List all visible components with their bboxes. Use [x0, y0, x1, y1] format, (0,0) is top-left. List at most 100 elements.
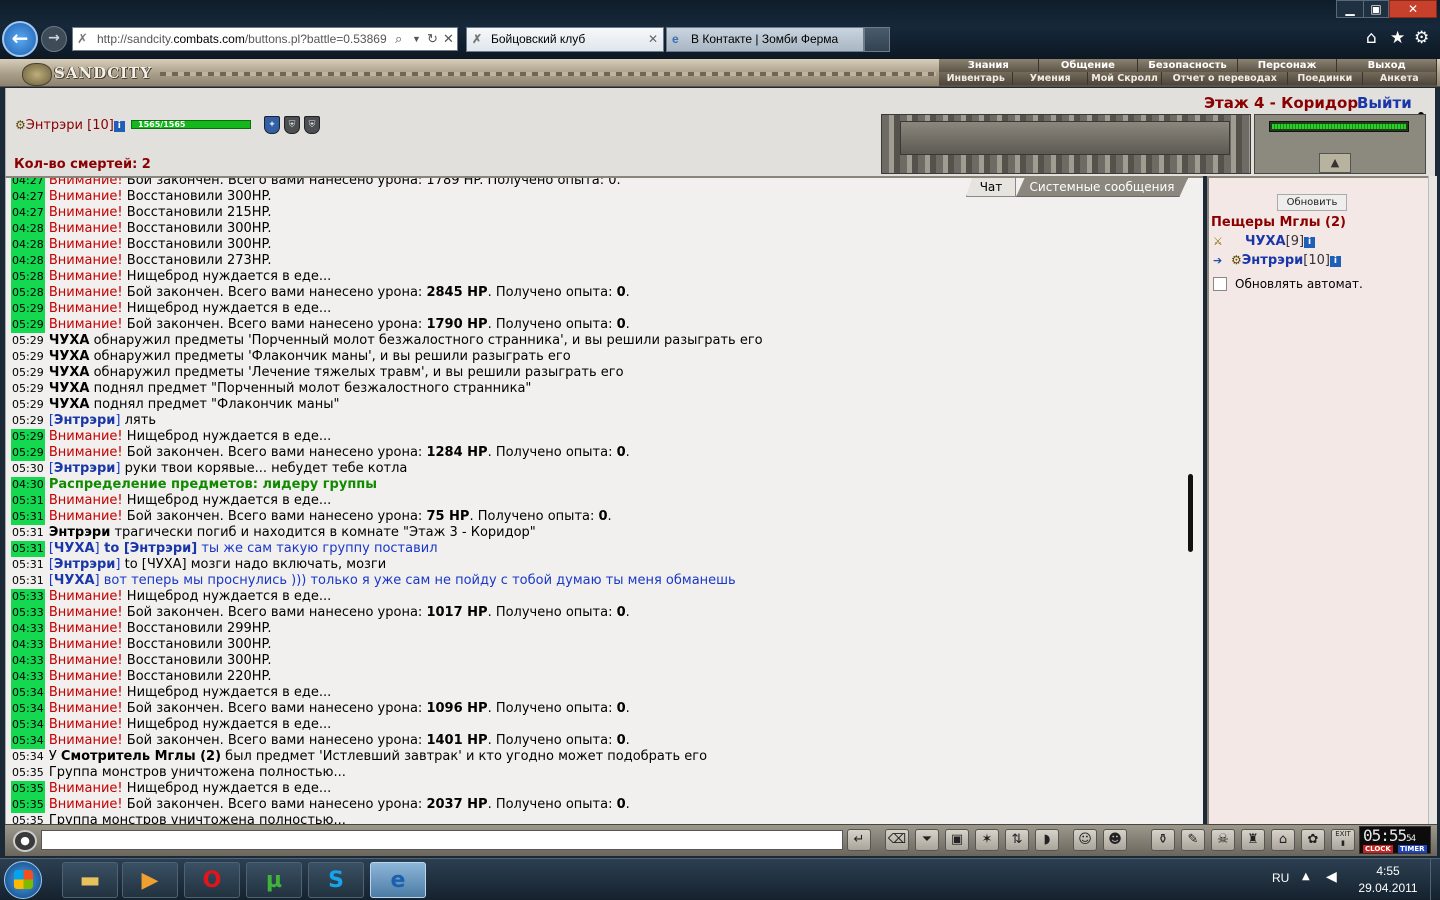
skull-icon[interactable]: ☠: [1211, 829, 1235, 851]
search-icon[interactable]: ⌕: [395, 28, 402, 50]
castle-icon[interactable]: ⌂: [1271, 829, 1295, 851]
message-time[interactable]: 04:27: [11, 178, 45, 189]
message-time[interactable]: 05:29: [11, 445, 45, 461]
eraser-icon[interactable]: ⌫: [885, 829, 909, 851]
gear-icon[interactable]: ⚙: [1414, 28, 1429, 48]
media-player-icon[interactable]: ▶: [122, 862, 178, 898]
menu-inventory[interactable]: Инвентарь: [939, 72, 1014, 85]
message-time[interactable]: 05:29: [11, 381, 45, 397]
message-time[interactable]: 04:27: [11, 189, 45, 205]
message-time[interactable]: 05:29: [11, 301, 45, 317]
start-button[interactable]: [4, 861, 42, 899]
message-time[interactable]: 05:34: [11, 717, 45, 733]
move-forward-button[interactable]: ▲: [1319, 153, 1351, 173]
message-time[interactable]: 05:29: [11, 413, 45, 429]
message-time[interactable]: 05:29: [11, 333, 45, 349]
message-time[interactable]: 04:33: [11, 653, 45, 669]
mask-icon[interactable]: ♜: [1241, 829, 1265, 851]
message-time[interactable]: 05:34: [11, 701, 45, 717]
shield-badge-icon[interactable]: ⛨: [304, 116, 320, 134]
timer-label[interactable]: TIMER: [1398, 845, 1427, 853]
tab-vk[interactable]: e В Контакте | Зомби Ферма: [666, 27, 864, 52]
explorer-icon[interactable]: ▬: [62, 862, 118, 898]
address-bar[interactable]: ✗ http://sandcity.combats.com/buttons.pl…: [72, 27, 458, 51]
flower-icon[interactable]: ✿: [1301, 829, 1325, 851]
chat-bubble-icon[interactable]: ●: [13, 830, 37, 852]
address-url[interactable]: http://sandcity.combats.com/buttons.pl?b…: [97, 28, 397, 50]
menu-skills[interactable]: Умения: [1013, 72, 1088, 85]
menu-character[interactable]: Персонаж: [1237, 59, 1338, 72]
menu-profile[interactable]: Анкета: [1362, 72, 1438, 85]
show-desktop-button[interactable]: [1430, 859, 1440, 900]
sort-icon[interactable]: ⇅: [1005, 829, 1029, 851]
clock-label[interactable]: CLOCK: [1363, 845, 1393, 853]
minimize-button[interactable]: ▁: [1336, 0, 1364, 18]
chat-scrollbar-thumb[interactable]: [1188, 474, 1193, 552]
smile-icon[interactable]: ☺: [1073, 829, 1097, 851]
utorrent-icon[interactable]: µ: [246, 862, 302, 898]
sender-name[interactable]: Энтрэри: [54, 557, 115, 572]
message-time[interactable]: 05:35: [11, 765, 45, 781]
message-time[interactable]: 05:29: [11, 365, 45, 381]
player-name[interactable]: Энтрэри: [1242, 253, 1303, 268]
refresh-icon[interactable]: ↻: [427, 28, 438, 50]
info-icon[interactable]: i: [1304, 237, 1316, 248]
menu-knowledge[interactable]: Знания: [939, 59, 1039, 72]
tray-expand-icon[interactable]: ▲: [1302, 871, 1310, 882]
message-time[interactable]: 05:33: [11, 589, 45, 605]
message-time[interactable]: 04:33: [11, 669, 45, 685]
tab-bk[interactable]: ✗ Бойцовский клуб ✕: [466, 27, 664, 52]
message-time[interactable]: 04:28: [11, 221, 45, 237]
crowd-icon[interactable]: ☻: [1103, 829, 1127, 851]
menu-exit[interactable]: Выход: [1337, 59, 1437, 72]
private-to[interactable]: to [Энтрэри]: [100, 541, 197, 556]
chat-input[interactable]: [41, 830, 843, 850]
ear-icon[interactable]: ◗: [1035, 829, 1059, 851]
tab-system-messages[interactable]: Системные сообщения: [1016, 178, 1188, 197]
info-icon[interactable]: i: [1329, 256, 1341, 267]
menu-transfer-report[interactable]: Отчет о переводах: [1162, 72, 1289, 85]
shield-badge-icon[interactable]: ⛨: [284, 116, 300, 134]
message-time[interactable]: 04:33: [11, 621, 45, 637]
new-tab-button[interactable]: [864, 27, 890, 52]
message-time[interactable]: 05:34: [11, 685, 45, 701]
message-time[interactable]: 05:28: [11, 285, 45, 301]
message-time[interactable]: 04:28: [11, 237, 45, 253]
back-button[interactable]: ←: [2, 21, 38, 57]
message-time[interactable]: 05:29: [11, 397, 45, 413]
scroll-icon[interactable]: ✎: [1181, 829, 1205, 851]
stop-icon[interactable]: ✕: [443, 28, 454, 50]
message-time[interactable]: 04:28: [11, 253, 45, 269]
sender-name[interactable]: ЧУХА: [54, 541, 95, 556]
message-time[interactable]: 05:34: [11, 749, 45, 765]
language-indicator[interactable]: RU: [1272, 871, 1289, 885]
message-time[interactable]: 05:29: [11, 349, 45, 365]
menu-security[interactable]: Безопасность: [1138, 59, 1238, 72]
maximize-button[interactable]: ▣: [1363, 0, 1389, 18]
info-icon[interactable]: i: [113, 121, 125, 132]
bag-icon[interactable]: ⚱: [1151, 829, 1175, 851]
menu-my-scroll[interactable]: Мой Скролл: [1087, 72, 1163, 85]
sender-name[interactable]: Энтрэри: [54, 461, 115, 476]
run-icon[interactable]: ✶: [975, 829, 999, 851]
message-time[interactable]: 05:34: [11, 733, 45, 749]
player-name[interactable]: ЧУХА: [1245, 234, 1286, 249]
home-icon[interactable]: ⌂: [1366, 28, 1377, 48]
enter-icon[interactable]: ↵: [847, 829, 871, 851]
star-icon[interactable]: ★: [1390, 28, 1405, 48]
message-time[interactable]: 05:28: [11, 269, 45, 285]
menu-duels[interactable]: Поединки: [1288, 72, 1363, 85]
internet-explorer-icon[interactable]: e: [370, 862, 426, 898]
system-date[interactable]: 29.04.2011: [1350, 881, 1426, 895]
message-time[interactable]: 05:31: [11, 541, 45, 557]
skype-icon[interactable]: S: [308, 862, 364, 898]
effect-badge-icon[interactable]: ✦: [264, 116, 280, 134]
tab-chat[interactable]: Чат: [966, 178, 1016, 197]
recipient-name[interactable]: ЧУХА: [147, 557, 182, 572]
message-time[interactable]: 05:35: [11, 797, 45, 813]
dropdown-icon[interactable]: ▼: [412, 28, 421, 50]
message-time[interactable]: 05:33: [11, 605, 45, 621]
message-time[interactable]: 05:31: [11, 493, 45, 509]
character-name[interactable]: Энтрэри: [26, 118, 83, 133]
message-time[interactable]: 04:27: [11, 205, 45, 221]
